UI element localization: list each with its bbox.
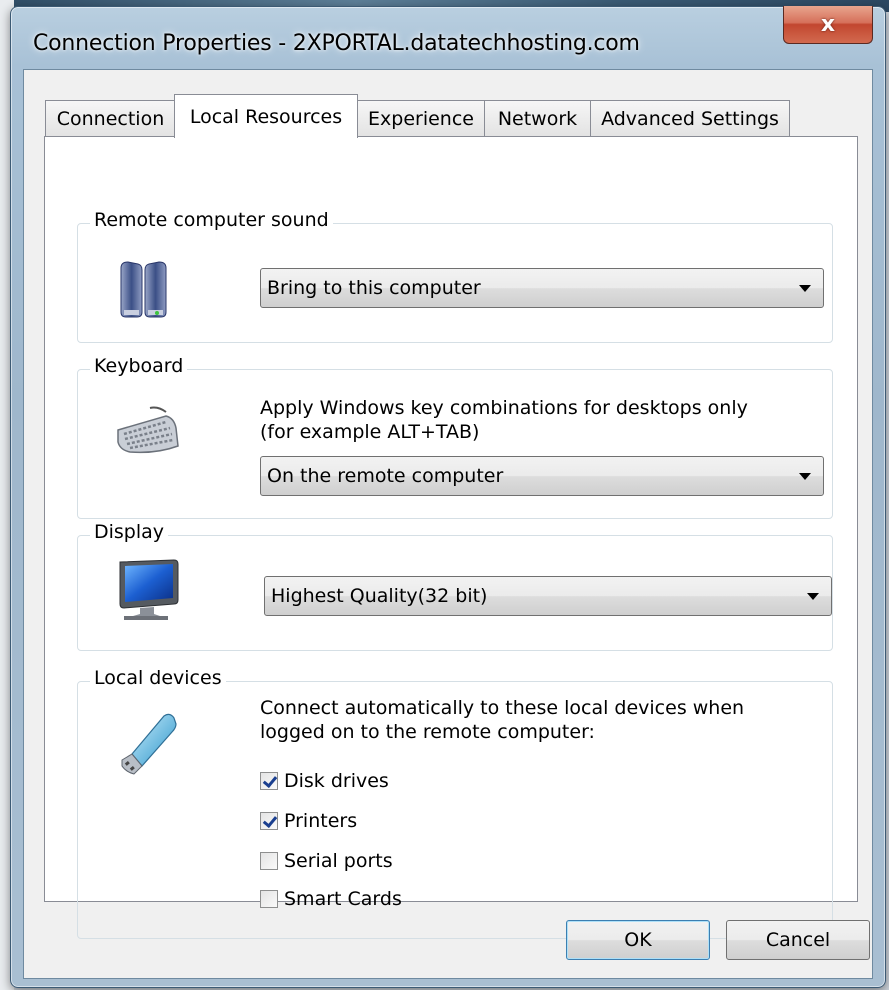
checkbox-checked-icon[interactable]	[260, 812, 278, 830]
tab-connection[interactable]: Connection	[45, 100, 176, 136]
chevron-down-icon	[799, 285, 811, 292]
tab-advanced-settings[interactable]: Advanced Settings	[590, 100, 790, 136]
tab-label: Advanced Settings	[601, 107, 779, 130]
sound-group: Remote computer sound Bring to this comp…	[77, 209, 833, 343]
checkbox-checked-icon[interactable]	[260, 772, 278, 790]
tab-label: Network	[497, 107, 578, 130]
speakers-icon	[118, 260, 168, 325]
checkbox-smart-cards[interactable]: Smart Cards	[260, 888, 402, 910]
checkbox-label: Smart Cards	[284, 888, 402, 910]
display-dropdown[interactable]: Highest Quality(32 bit)	[264, 576, 832, 616]
tab-network[interactable]: Network	[484, 100, 591, 136]
chevron-down-icon	[799, 473, 811, 480]
display-group: Display Highest Quality(32 bit)	[77, 521, 833, 651]
checkbox-label: Printers	[284, 810, 358, 832]
sound-legend: Remote computer sound	[90, 209, 333, 231]
keyboard-icon	[116, 406, 180, 461]
chevron-down-icon	[807, 593, 819, 600]
local-devices-description-line1: Connect automatically to these local dev…	[260, 697, 745, 719]
local-devices-description-line2: logged on to the remote computer:	[260, 721, 595, 743]
local-devices-description: Connect automatically to these local dev…	[260, 696, 744, 744]
keyboard-description-line1: Apply Windows key combinations for deskt…	[260, 397, 748, 419]
close-button[interactable]: x	[783, 6, 873, 44]
close-icon: x	[820, 12, 836, 37]
local-devices-legend: Local devices	[90, 667, 226, 689]
keyboard-dropdown-value: On the remote computer	[267, 465, 504, 487]
cancel-button-label: Cancel	[765, 929, 831, 951]
ok-button-label: OK	[624, 929, 652, 951]
keyboard-dropdown[interactable]: On the remote computer	[260, 456, 824, 496]
local-resources-panel: Remote computer sound Bring to this comp…	[44, 136, 858, 939]
dialog-window: Connection Properties - 2XPORTAL.datatec…	[10, 6, 886, 988]
tab-label: Connection	[56, 107, 165, 130]
keyboard-legend: Keyboard	[90, 355, 188, 377]
usb-drive-icon	[116, 710, 180, 781]
keyboard-description: Apply Windows key combinations for deskt…	[260, 396, 748, 444]
ok-button[interactable]: OK	[566, 920, 710, 960]
cancel-button[interactable]: Cancel	[726, 920, 870, 960]
window-title: Connection Properties - 2XPORTAL.datatec…	[33, 31, 640, 56]
checkbox-unchecked-icon[interactable]	[260, 852, 278, 870]
monitor-icon	[116, 558, 182, 627]
dialog-client-area: Connection Local Resources Experience Ne…	[23, 69, 873, 979]
sound-dropdown[interactable]: Bring to this computer	[260, 268, 824, 308]
local-devices-group: Local devices Connect automatically to t…	[77, 667, 833, 939]
tab-experience[interactable]: Experience	[357, 100, 485, 136]
checkbox-unchecked-icon[interactable]	[260, 890, 278, 908]
keyboard-description-line2: (for example ALT+TAB)	[260, 421, 480, 443]
display-dropdown-value: Highest Quality(32 bit)	[271, 585, 488, 607]
checkbox-label: Serial ports	[284, 850, 393, 872]
checkbox-serial-ports[interactable]: Serial ports	[260, 850, 393, 872]
tab-label: Experience	[368, 107, 474, 130]
checkbox-label: Disk drives	[284, 770, 389, 792]
tab-local-resources[interactable]: Local Resources	[174, 94, 358, 138]
display-legend: Display	[90, 521, 169, 543]
tab-label: Local Resources	[189, 105, 343, 128]
checkbox-printers[interactable]: Printers	[260, 810, 357, 832]
sound-dropdown-value: Bring to this computer	[267, 277, 481, 299]
checkbox-disk-drives[interactable]: Disk drives	[260, 770, 389, 792]
keyboard-group: Keyboard Apply Windows key combinations …	[77, 355, 833, 519]
